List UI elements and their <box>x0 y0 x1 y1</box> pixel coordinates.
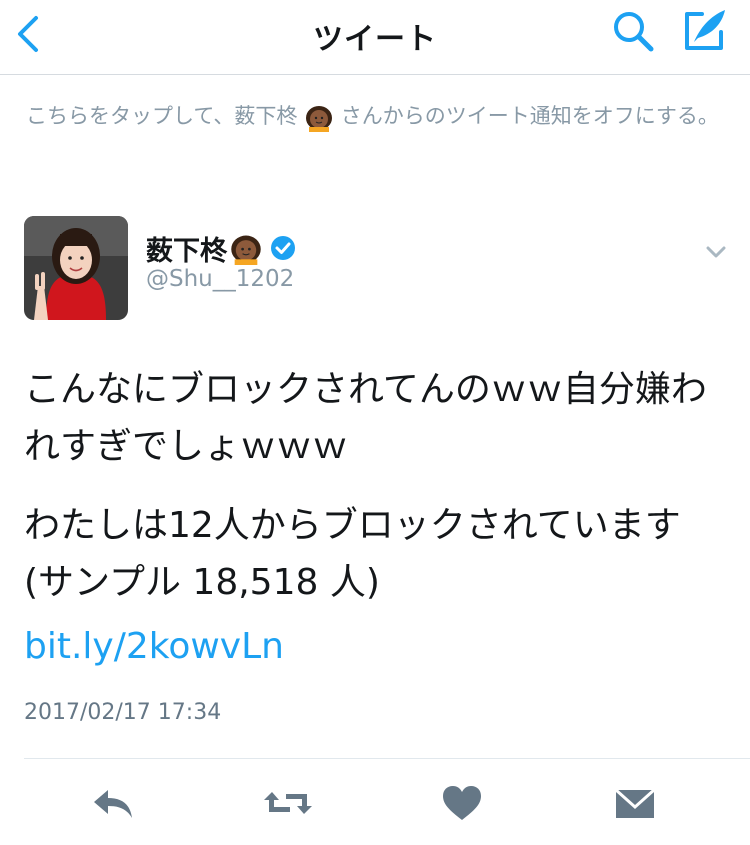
reply-button[interactable] <box>88 780 138 826</box>
tweet-options-button[interactable] <box>700 236 732 268</box>
notification-toggle-notice[interactable]: こちらをタップして、薮下柊 さんからのツイート通知をオフにする。 <box>26 100 726 133</box>
author-handle[interactable]: @Shu__1202 <box>146 266 294 292</box>
avatar[interactable] <box>24 216 128 320</box>
heart-icon <box>443 786 481 820</box>
envelope-icon <box>614 788 656 818</box>
compose-button[interactable] <box>678 4 732 58</box>
compose-quill-icon <box>685 10 725 50</box>
author-name-row: 薮下柊 <box>146 228 297 268</box>
nav-bar: ツイート <box>0 0 750 75</box>
tweet-text-paragraph-1: こんなにブロックされてんのｗｗ自分嫌われすぎでしょｗｗｗ <box>24 369 707 467</box>
tweet-link[interactable]: bit.ly/2kowvLn <box>24 618 284 675</box>
retweet-button[interactable] <box>260 780 316 826</box>
retweet-icon <box>264 792 312 814</box>
verified-badge-icon <box>271 236 295 260</box>
action-bar <box>0 770 750 840</box>
notice-suffix-text: さんからのツイート通知をオフにする。 <box>340 104 719 128</box>
author-name[interactable]: 薮下柊 <box>146 229 227 268</box>
chevron-down-icon <box>706 246 726 258</box>
like-button[interactable] <box>437 780 487 826</box>
tweet-text-paragraph-2: わたしは12人からブロックされています(サンプル 18,518 人) <box>24 505 681 603</box>
reply-icon <box>94 790 132 818</box>
avatar-photo <box>24 216 128 320</box>
notice-prefix-text: こちらをタップして、薮下柊 <box>26 104 298 128</box>
person-emoji-icon <box>231 235 261 265</box>
divider <box>24 758 750 759</box>
tweet-timestamp: 2017/02/17 17:34 <box>24 700 222 725</box>
search-icon <box>614 12 654 52</box>
search-button[interactable] <box>608 6 658 56</box>
person-emoji-icon <box>306 106 333 132</box>
direct-message-button[interactable] <box>610 780 660 826</box>
